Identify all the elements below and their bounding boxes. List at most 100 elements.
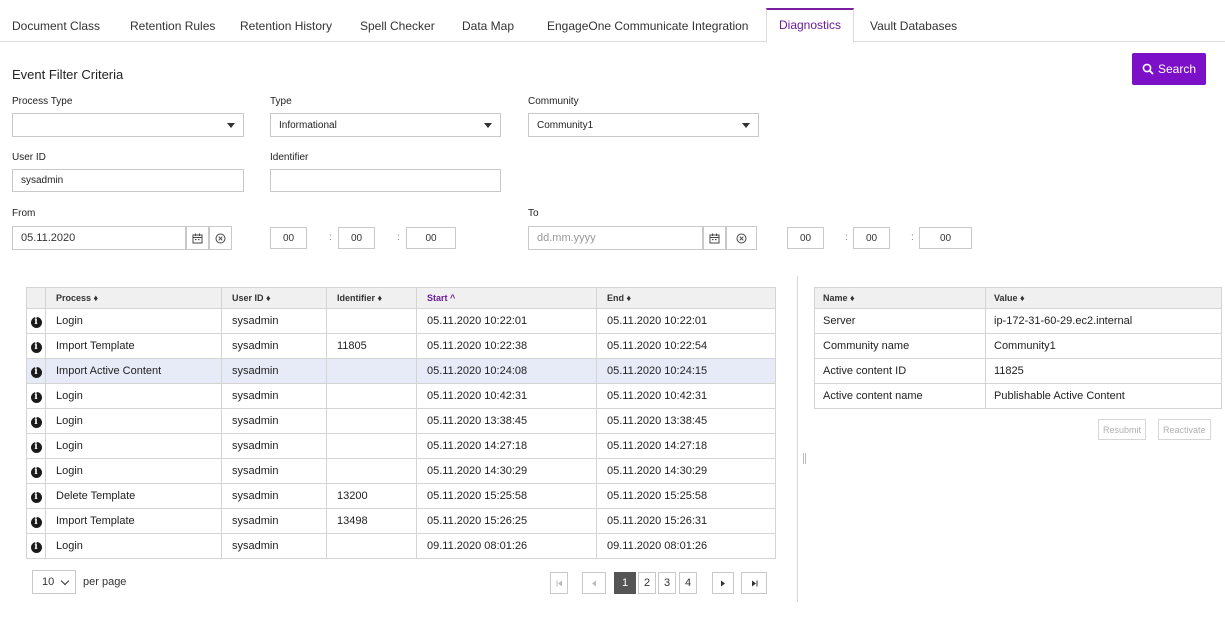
page-button[interactable]: 2 (638, 572, 656, 594)
page-button[interactable]: 3 (658, 572, 676, 594)
cell-process: Import Active Content (45, 358, 222, 384)
to-second-input[interactable]: 00 (919, 227, 972, 249)
events-header-row: Process ♦ User ID ♦ Identifier ♦ Start ^… (26, 287, 776, 309)
info-icon[interactable]: i (30, 341, 42, 353)
column-header-start[interactable]: Start ^ (416, 287, 597, 309)
from-calendar-button[interactable] (186, 226, 209, 250)
column-header-process[interactable]: Process ♦ (45, 287, 222, 309)
cell-end: 05.11.2020 15:25:58 (596, 483, 776, 509)
property-name: Server (814, 308, 986, 334)
process-type-label: Process Type (12, 96, 73, 107)
table-row[interactable]: i Import Template sysadmin 13498 05.11.2020 … (26, 508, 776, 534)
table-row[interactable]: i Import Template sysadmin 11805 05.11.2020 … (26, 333, 776, 359)
events-table-body: i Login sysadmin 05.11.2020 10:22:01 05.11.2… (26, 308, 776, 559)
resize-handle[interactable] (803, 453, 806, 464)
tab-retention-history[interactable]: Retention History (234, 12, 338, 42)
next-page-button[interactable] (712, 572, 734, 594)
type-label: Type (270, 96, 292, 107)
user-id-input[interactable]: sysadmin (12, 169, 244, 192)
to-date-input[interactable]: dd.mm.yyyy (528, 226, 703, 250)
column-header-value[interactable]: Value ♦ (985, 287, 1222, 309)
to-label: To (528, 208, 539, 219)
community-select[interactable]: Community1 (528, 113, 759, 137)
page-button[interactable]: 4 (679, 572, 697, 594)
column-header-end[interactable]: End ♦ (596, 287, 776, 309)
previous-page-icon (592, 580, 596, 586)
identifier-label: Identifier (270, 152, 309, 163)
info-icon[interactable]: i (30, 516, 42, 528)
tab-data-map[interactable]: Data Map (456, 12, 520, 42)
info-cell: i (26, 308, 46, 334)
info-icon[interactable]: i (30, 416, 42, 428)
cell-start: 05.11.2020 10:24:08 (416, 358, 597, 384)
cell-user: sysadmin (221, 308, 327, 334)
cell-identifier (326, 533, 417, 559)
from-hour-input[interactable]: 00 (270, 227, 307, 249)
reactivate-button[interactable]: Reactivate (1158, 419, 1211, 440)
tab-diagnostics[interactable]: Diagnostics (766, 8, 855, 43)
first-page-button[interactable] (550, 572, 568, 594)
table-row[interactable]: i Login sysadmin 05.11.2020 10:22:01 05.11.2… (26, 308, 776, 334)
cell-user: sysadmin (221, 358, 327, 384)
table-row[interactable]: i Login sysadmin 09.11.2020 08:01:26 09.11.2… (26, 533, 776, 559)
page-button[interactable]: 1 (614, 572, 636, 594)
column-header-user-id[interactable]: User ID ♦ (221, 287, 327, 309)
calendar-icon (709, 233, 720, 243)
from-clear-button[interactable] (209, 226, 232, 250)
info-icon[interactable]: i (30, 541, 42, 553)
community-value: Community1 (537, 119, 594, 131)
to-minute-input[interactable]: 00 (853, 227, 890, 249)
per-page-select[interactable]: 10 (32, 570, 76, 594)
cell-end: 05.11.2020 14:27:18 (596, 433, 776, 459)
type-select[interactable]: Informational (270, 113, 501, 137)
info-icon[interactable]: i (30, 491, 42, 503)
table-row[interactable]: i Delete Template sysadmin 13200 05.11.2020 … (26, 483, 776, 509)
table-row[interactable]: i Import Active Content sysadmin 05.11.2020… (26, 358, 776, 384)
last-page-button[interactable] (741, 572, 767, 594)
cell-end: 05.11.2020 13:38:45 (596, 408, 776, 434)
cell-end: 05.11.2020 10:24:15 (596, 358, 776, 384)
info-cell: i (26, 483, 46, 509)
table-row[interactable]: i Login sysadmin 05.11.2020 14:27:18 05.11.2… (26, 433, 776, 459)
identifier-input[interactable] (270, 169, 501, 192)
previous-page-button[interactable] (582, 572, 606, 594)
cell-start: 05.11.2020 14:27:18 (416, 433, 597, 459)
table-row[interactable]: i Login sysadmin 05.11.2020 14:30:29 05.11.2… (26, 458, 776, 484)
to-hour-input[interactable]: 00 (787, 227, 824, 249)
from-second-input[interactable]: 00 (406, 227, 456, 249)
tab-document-class[interactable]: Document Class (6, 12, 106, 42)
info-icon[interactable]: i (30, 316, 42, 328)
info-icon[interactable]: i (30, 366, 42, 378)
process-type-select[interactable] (12, 113, 244, 137)
time-separator: : (911, 232, 914, 243)
table-row[interactable]: i Login sysadmin 05.11.2020 10:42:31 05.11.2… (26, 383, 776, 409)
tab-spell-checker[interactable]: Spell Checker (354, 12, 441, 42)
info-icon[interactable]: i (30, 466, 42, 478)
chevron-down-icon (742, 123, 750, 128)
cell-process: Delete Template (45, 483, 222, 509)
info-icon[interactable]: i (30, 391, 42, 403)
column-header-identifier[interactable]: Identifier ♦ (326, 287, 417, 309)
to-clear-button[interactable] (726, 226, 757, 250)
cell-identifier (326, 383, 417, 409)
column-header-name[interactable]: Name ♦ (814, 287, 986, 309)
cell-user: sysadmin (221, 333, 327, 359)
to-calendar-button[interactable] (703, 226, 726, 250)
tab-vault-databases[interactable]: Vault Databases (864, 12, 963, 42)
tab-retention-rules[interactable]: Retention Rules (124, 12, 221, 42)
table-row[interactable]: i Login sysadmin 05.11.2020 13:38:45 05.11.2… (26, 408, 776, 434)
info-cell: i (26, 508, 46, 534)
from-minute-input[interactable]: 00 (338, 227, 375, 249)
search-button[interactable]: Search (1132, 53, 1206, 85)
info-icon[interactable]: i (30, 441, 42, 453)
clear-circle-icon (736, 233, 747, 243)
cell-process: Login (45, 408, 222, 434)
chevron-down-icon (227, 123, 235, 128)
properties-table: Name ♦ Value ♦ Server ip-172-31-60-29.ec2… (814, 287, 1222, 409)
tab-engageone-integration[interactable]: EngageOne Communicate Integration (541, 12, 754, 42)
from-label: From (12, 208, 36, 219)
resubmit-button[interactable]: Resubmit (1098, 419, 1147, 440)
from-date-input[interactable]: 05.11.2020 (12, 226, 186, 250)
cell-user: sysadmin (221, 508, 327, 534)
cell-user: sysadmin (221, 458, 327, 484)
